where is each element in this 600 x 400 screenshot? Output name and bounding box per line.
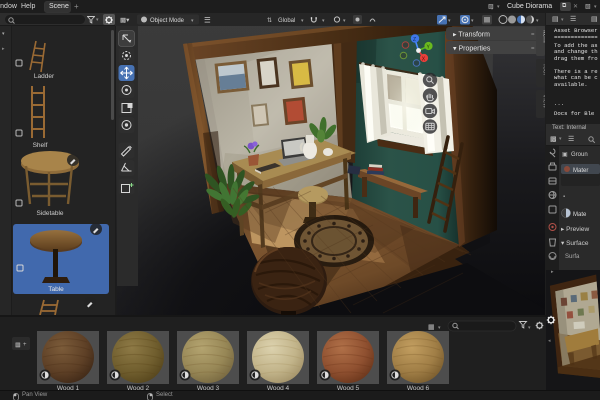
- svg-text:View: View: [542, 94, 546, 108]
- svg-text:=: =: [531, 46, 535, 52]
- svg-text:▸ Preview: ▸ Preview: [561, 226, 589, 233]
- svg-text:Z: Z: [413, 37, 416, 43]
- svg-text:Ladder: Ladder: [34, 73, 55, 80]
- svg-text:Item: Item: [542, 30, 546, 43]
- svg-text:▩▾: ▩▾: [120, 17, 130, 24]
- svg-text:▣: ▣: [562, 152, 568, 158]
- svg-text:▪: ▪: [563, 194, 565, 200]
- svg-text:Mate: Mate: [573, 212, 587, 218]
- svg-text:=: =: [531, 32, 535, 38]
- svg-text:Groun: Groun: [571, 152, 588, 158]
- svg-text:▸ Transform: ▸ Transform: [453, 32, 490, 39]
- svg-text:▦: ▦: [15, 343, 21, 349]
- svg-text:Mater: Mater: [573, 168, 588, 174]
- svg-text:Table: Table: [48, 286, 64, 293]
- svg-text:Object Mode: Object Mode: [150, 18, 185, 24]
- svg-text:Global: Global: [278, 18, 295, 24]
- svg-text:Shelf: Shelf: [33, 142, 48, 149]
- svg-text:Surfa: Surfa: [565, 254, 580, 260]
- svg-text:▾ Properties: ▾ Properties: [453, 46, 491, 53]
- svg-text:+: +: [23, 342, 27, 348]
- svg-text:Tool: Tool: [542, 63, 546, 75]
- svg-text:▾ Surface: ▾ Surface: [561, 240, 589, 247]
- svg-text:⇅: ⇅: [267, 18, 272, 24]
- svg-text:Sidetable: Sidetable: [36, 210, 63, 217]
- svg-text:▦: ▦: [428, 324, 435, 331]
- svg-text:☰: ☰: [204, 16, 211, 25]
